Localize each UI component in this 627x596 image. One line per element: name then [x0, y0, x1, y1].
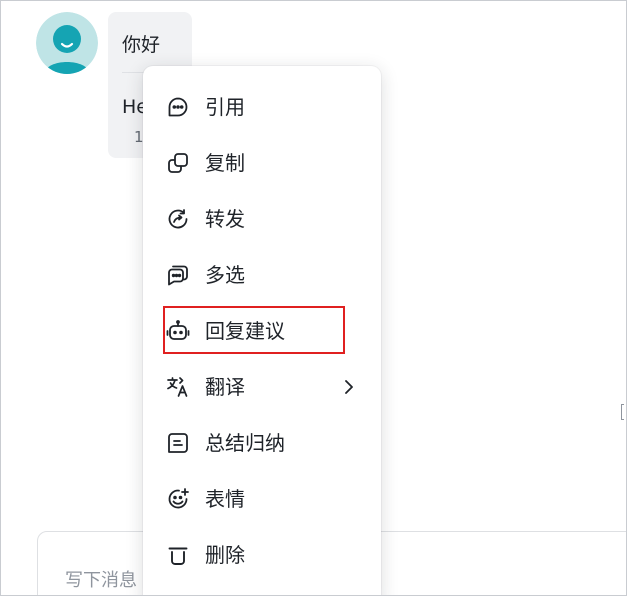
- menu-item-copy[interactable]: 复制: [143, 135, 381, 191]
- user-avatar-icon: [36, 12, 98, 74]
- menu-item-label: 翻译: [205, 375, 245, 399]
- menu-item-label: 多选: [205, 263, 245, 287]
- menu-item-reply-suggestion[interactable]: 回复建议: [143, 303, 381, 359]
- scroll-edge-marker: [621, 404, 624, 420]
- trash-icon: [166, 543, 190, 567]
- menu-item-emoji[interactable]: 表情: [143, 471, 381, 527]
- menu-item-label: 转发: [205, 207, 245, 231]
- menu-item-delete[interactable]: 删除: [143, 527, 381, 583]
- forward-icon: [166, 207, 190, 231]
- message-text: 你好: [122, 34, 161, 56]
- message-input-placeholder: 写下消息: [65, 570, 137, 591]
- robot-icon: [166, 319, 190, 343]
- menu-item-forward[interactable]: 转发: [143, 191, 381, 247]
- menu-item-label: 引用: [205, 95, 245, 119]
- menu-item-label: 删除: [205, 543, 245, 567]
- menu-item-quote[interactable]: 引用: [143, 79, 381, 135]
- copy-icon: [166, 151, 190, 175]
- menu-item-label: 总结归纳: [205, 431, 285, 455]
- multi-select-icon: [166, 263, 190, 287]
- context-menu: 引用 复制 转发 多选 回复建议 翻译 总结归纳 表情 删除: [143, 66, 381, 596]
- menu-item-label: 表情: [205, 487, 245, 511]
- menu-item-multi-select[interactable]: 多选: [143, 247, 381, 303]
- avatar[interactable]: [36, 12, 98, 74]
- menu-item-label: 回复建议: [205, 319, 285, 343]
- chevron-right-icon: [342, 376, 356, 398]
- menu-item-summarize[interactable]: 总结归纳: [143, 415, 381, 471]
- quote-icon: [166, 95, 190, 119]
- emoji-add-icon: [166, 487, 190, 511]
- menu-item-translate[interactable]: 翻译: [143, 359, 381, 415]
- summary-icon: [166, 431, 190, 455]
- translate-icon: [166, 375, 190, 399]
- menu-item-label: 复制: [205, 151, 245, 175]
